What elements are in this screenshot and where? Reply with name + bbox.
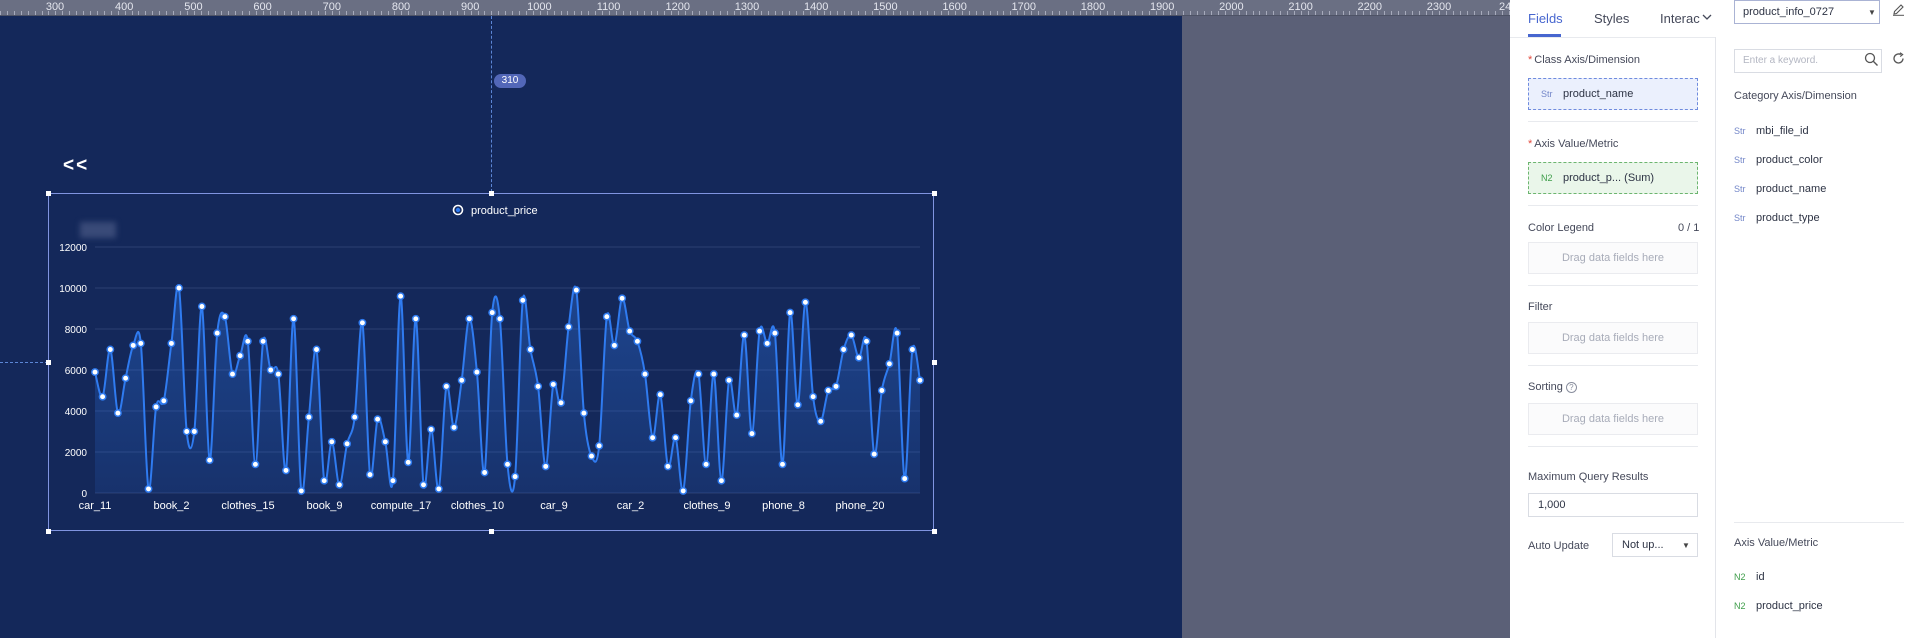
field-name: product_name (1756, 183, 1827, 195)
resize-handle[interactable] (488, 190, 494, 196)
class-axis-label: * Class Axis/Dimension (1528, 54, 1641, 66)
guide-distance-badge: 310 (494, 74, 526, 88)
string-type-icon: Str (1734, 126, 1746, 136)
dimension-field-item[interactable]: Str mbi_file_id (1734, 125, 1809, 137)
resize-handle[interactable] (488, 528, 494, 534)
search-icon[interactable] (1864, 52, 1880, 68)
field-search-input[interactable]: Enter a keyword. (1734, 49, 1882, 73)
config-tabs: Fields Styles Interac (1510, 0, 1716, 38)
filter-label: Filter (1528, 301, 1553, 313)
resize-handle[interactable] (931, 359, 937, 365)
resize-handle[interactable] (931, 528, 937, 534)
class-axis-field-well[interactable]: Str product_name (1528, 78, 1698, 110)
string-type-icon: Str (1734, 184, 1746, 194)
chevron-down-icon[interactable] (1702, 12, 1712, 24)
number-type-icon: N2 (1541, 173, 1553, 184)
field-name: product_price (1756, 600, 1823, 612)
vertical-guide-line (491, 16, 492, 192)
auto-update-label: Auto Update (1528, 540, 1590, 552)
number-type-icon: N2 (1734, 601, 1746, 611)
dataset-select[interactable]: product_info_0727 (1734, 0, 1880, 24)
string-type-icon: Str (1734, 213, 1746, 223)
dimension-field-item[interactable]: Str product_type (1734, 212, 1820, 224)
fields-panel: Fields Styles Interac * Class Axis/Dimens… (1510, 0, 1716, 638)
resize-handle[interactable] (45, 359, 51, 365)
color-legend-label: Color Legend (1528, 222, 1595, 234)
field-name: product_type (1756, 212, 1820, 224)
resize-handle[interactable] (931, 190, 937, 196)
max-query-input[interactable]: 1,000 (1528, 493, 1698, 517)
help-icon[interactable]: ? (1565, 382, 1577, 393)
top-ruler: 300 400 500 600 700 800 900 1000 1100 1200 1300 140… (0, 0, 1517, 16)
number-type-icon: N2 (1734, 572, 1746, 582)
resize-handle[interactable] (45, 190, 51, 196)
tab-fields[interactable]: Fields (1528, 11, 1563, 26)
edit-icon[interactable] (1892, 3, 1905, 19)
string-type-icon: Str (1541, 89, 1553, 100)
collapse-panel-button[interactable]: << (63, 155, 89, 177)
dimension-field-item[interactable]: Str product_name (1734, 183, 1826, 195)
caret-down-icon: ▼ (1682, 541, 1690, 550)
metric-field-item[interactable]: N2 id (1734, 571, 1765, 583)
tab-interaction[interactable]: Interac (1660, 11, 1700, 26)
max-query-label: Maximum Query Results (1528, 471, 1649, 483)
horizontal-guide-line (0, 362, 48, 363)
active-tab-indicator (1528, 34, 1561, 37)
caret-down-icon: ▼ (1868, 8, 1876, 17)
sorting-label: Sorting? (1528, 381, 1577, 393)
axis-value-field-well[interactable]: N2 product_p... (Sum) (1528, 162, 1698, 194)
dimension-field-item[interactable]: Str product_color (1734, 154, 1823, 166)
string-type-icon: Str (1734, 155, 1746, 165)
color-legend-drop-zone[interactable]: Drag data fields here (1528, 242, 1698, 274)
axis-value-chip[interactable]: product_p... (Sum) (1563, 172, 1654, 184)
refresh-icon[interactable] (1892, 52, 1905, 68)
metric-list-header: Axis Value/Metric (1734, 537, 1819, 549)
canvas-outside-area (1182, 16, 1510, 638)
metric-field-item[interactable]: N2 product_price (1734, 600, 1823, 612)
axis-value-label: * Axis Value/Metric (1528, 138, 1619, 150)
field-name: mbi_file_id (1756, 125, 1809, 137)
sorting-drop-zone[interactable]: Drag data fields here (1528, 403, 1698, 435)
filter-drop-zone[interactable]: Drag data fields here (1528, 322, 1698, 354)
field-name: product_color (1756, 154, 1823, 166)
tab-styles[interactable]: Styles (1594, 11, 1629, 26)
dataset-panel: product_info_0727 ▼ Enter a keyword. Cat… (1716, 0, 1912, 638)
class-axis-chip[interactable]: product_name (1563, 88, 1633, 100)
widget-selection-frame[interactable] (48, 193, 934, 531)
field-name: id (1756, 571, 1765, 583)
resize-handle[interactable] (45, 528, 51, 534)
color-legend-count: 0 / 1 (1678, 222, 1700, 234)
dimension-list-header: Category Axis/Dimension (1734, 90, 1857, 102)
